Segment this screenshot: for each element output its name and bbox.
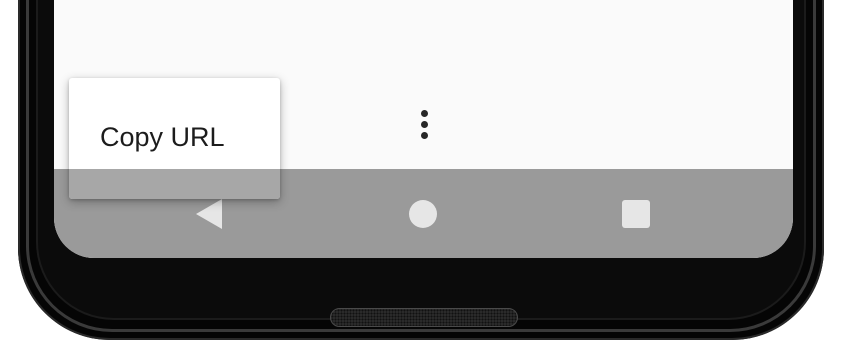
back-button[interactable] bbox=[194, 198, 224, 230]
menu-item-label: Copy URL bbox=[100, 122, 225, 152]
more-options-button[interactable] bbox=[412, 104, 436, 144]
speaker-grille bbox=[330, 308, 518, 327]
more-vert-icon-dot bbox=[420, 131, 428, 139]
more-vert-icon bbox=[420, 109, 428, 117]
home-button[interactable] bbox=[409, 200, 437, 228]
popup-menu: Copy URL bbox=[69, 78, 280, 199]
more-vert-icon-dot bbox=[420, 120, 428, 128]
recents-button[interactable] bbox=[622, 200, 650, 228]
device-stage: Copy URL bbox=[0, 0, 841, 340]
nav-bar-scrim-overlay bbox=[69, 169, 280, 199]
back-triangle-icon bbox=[196, 199, 222, 229]
